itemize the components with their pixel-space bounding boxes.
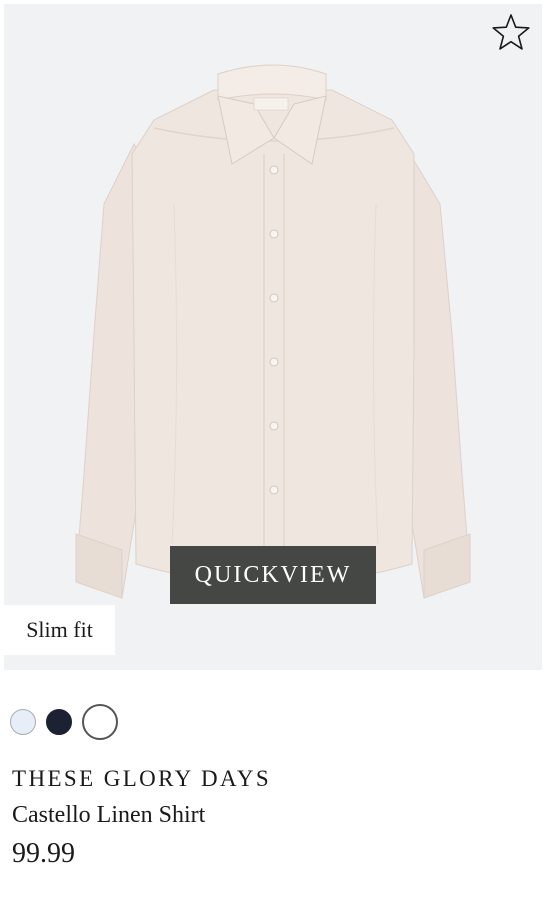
brand-name[interactable]: THESE GLORY DAYS [12,766,271,792]
color-swatch-navy[interactable] [46,709,72,735]
color-swatch-light-blue[interactable] [10,709,36,735]
fit-badge: Slim fit [4,605,115,655]
favorite-button[interactable] [490,12,532,54]
product-card[interactable]: QUICKVIEW Slim fit THESE GLORY DAYS Cast… [0,0,552,898]
star-outline-icon [492,14,530,50]
product-name[interactable]: Castello Linen Shirt [12,802,205,829]
color-swatches [10,704,128,740]
color-swatch-white-selected[interactable] [82,704,118,740]
product-price: 99.99 [12,838,75,869]
quickview-button[interactable]: QUICKVIEW [170,546,376,604]
